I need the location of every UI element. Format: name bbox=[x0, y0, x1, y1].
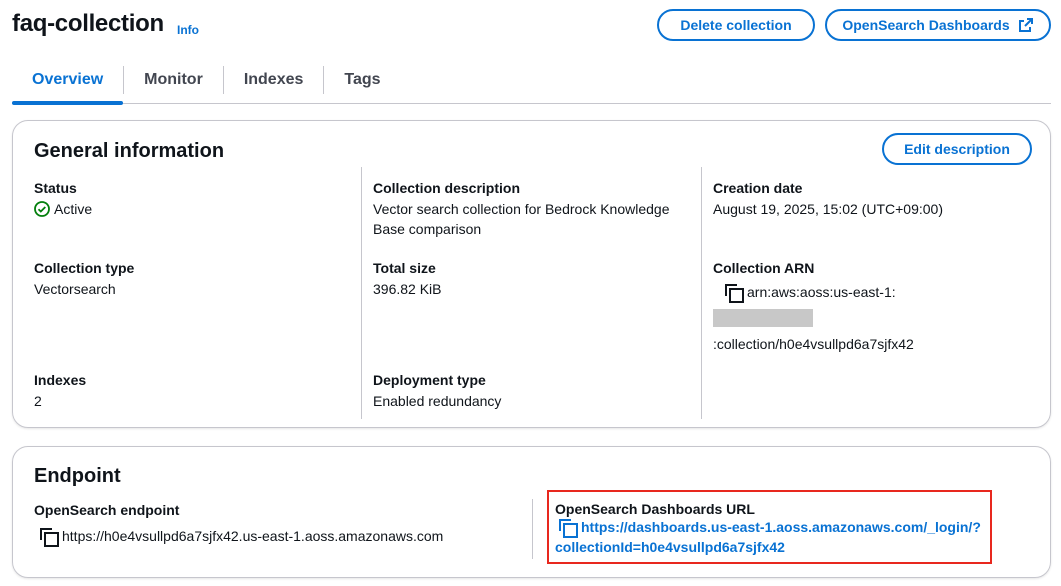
indexes-field: Indexes 2 bbox=[34, 372, 86, 411]
status-label: Status bbox=[34, 180, 77, 196]
dashboards-url-label: OpenSearch Dashboards URL bbox=[555, 501, 755, 517]
total-size-value: 396.82 KiB bbox=[373, 281, 442, 297]
edit-description-button[interactable]: Edit description bbox=[882, 133, 1032, 165]
arn-suffix: :collection/h0e4vsullpd6a7sjfx42 bbox=[713, 336, 914, 352]
tab-indexes[interactable]: Indexes bbox=[224, 64, 324, 96]
total-size-label: Total size bbox=[373, 260, 436, 276]
edit-description-label: Edit description bbox=[904, 141, 1010, 157]
tab-monitor[interactable]: Monitor bbox=[124, 64, 223, 96]
total-size-field: Total size 396.82 KiB bbox=[373, 260, 442, 299]
check-circle-icon bbox=[34, 201, 50, 217]
info-link[interactable]: Info bbox=[177, 23, 199, 37]
delete-collection-button[interactable]: Delete collection bbox=[657, 9, 815, 41]
status-value-row: Active bbox=[34, 199, 92, 219]
general-information-panel: General information Edit description Sta… bbox=[12, 120, 1051, 428]
collection-type-value: Vectorsearch bbox=[34, 281, 116, 297]
endpoint-heading: Endpoint bbox=[34, 465, 121, 487]
page-title: faq-collection bbox=[12, 10, 164, 37]
copy-endpoint-icon[interactable] bbox=[40, 528, 59, 547]
description-label: Collection description bbox=[373, 180, 521, 196]
opensearch-dashboards-label: OpenSearch Dashboards bbox=[842, 17, 1010, 33]
indexes-value: 2 bbox=[34, 393, 42, 409]
opensearch-endpoint-label: OpenSearch endpoint bbox=[34, 502, 180, 518]
deployment-type-field: Deployment type Enabled redundancy bbox=[373, 372, 501, 411]
indexes-label: Indexes bbox=[34, 372, 87, 388]
status-value: Active bbox=[54, 201, 93, 217]
deployment-type-label: Deployment type bbox=[373, 372, 486, 388]
external-link-icon bbox=[1018, 18, 1033, 32]
column-divider bbox=[701, 167, 702, 419]
dashboards-url-link[interactable]: https://dashboards.us-east-1.aoss.amazon… bbox=[555, 519, 981, 555]
tab-bar: Overview Monitor Indexes Tags bbox=[12, 64, 1051, 105]
description-field: Collection description Vector search col… bbox=[373, 180, 693, 239]
collection-arn-field: Collection ARN arn:aws:aoss:us-east-1::c… bbox=[713, 260, 914, 357]
deployment-type-value: Enabled redundancy bbox=[373, 393, 502, 409]
opensearch-dashboards-button[interactable]: OpenSearch Dashboards bbox=[825, 9, 1051, 41]
creation-date-value: August 19, 2025, 15:02 (UTC+09:00) bbox=[713, 201, 943, 217]
arn-prefix: arn:aws:aoss:us-east-1: bbox=[747, 284, 896, 300]
general-information-heading: General information bbox=[34, 140, 225, 162]
status-field: Status Active bbox=[34, 180, 92, 219]
column-divider bbox=[532, 499, 533, 559]
dashboards-url-field: OpenSearch Dashboards URL https://dashbo… bbox=[547, 490, 992, 564]
endpoint-panel: Endpoint OpenSearch endpoint https://h0e… bbox=[12, 446, 1051, 578]
collection-arn-label: Collection ARN bbox=[713, 260, 815, 276]
tab-tags[interactable]: Tags bbox=[324, 64, 400, 96]
copy-arn-icon[interactable] bbox=[725, 284, 744, 303]
creation-date-field: Creation date August 19, 2025, 15:02 (UT… bbox=[713, 180, 943, 219]
redacted-account-id bbox=[713, 309, 813, 327]
description-value: Vector search collection for Bedrock Kno… bbox=[373, 201, 670, 237]
copy-dashboards-url-icon[interactable] bbox=[559, 519, 578, 538]
delete-collection-label: Delete collection bbox=[680, 17, 792, 33]
opensearch-endpoint-field: OpenSearch endpoint https://h0e4vsullpd6… bbox=[34, 502, 444, 547]
collection-type-field: Collection type Vectorsearch bbox=[34, 260, 134, 299]
tab-overview[interactable]: Overview bbox=[12, 64, 124, 105]
collection-type-label: Collection type bbox=[34, 260, 135, 276]
column-divider bbox=[361, 167, 362, 419]
creation-date-label: Creation date bbox=[713, 180, 803, 196]
opensearch-endpoint-value: https://h0e4vsullpd6a7sjfx42.us-east-1.a… bbox=[62, 528, 444, 544]
